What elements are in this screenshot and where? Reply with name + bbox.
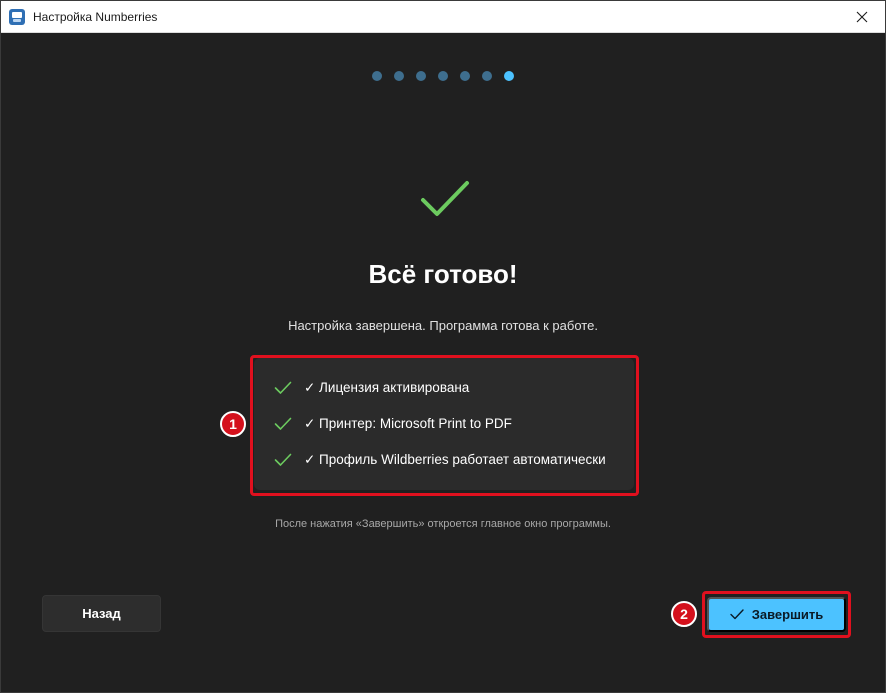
summary-item-text: ✓ Принтер: Microsoft Print to PDF <box>304 416 512 431</box>
annotation-marker-1: 1 <box>220 411 246 437</box>
page-title: Всё готово! <box>368 259 518 289</box>
close-icon <box>856 11 868 22</box>
summary-item-printer: ✓ Принтер: Microsoft Print to PDF <box>274 406 614 442</box>
check-icon <box>274 417 292 430</box>
summary-item-text: ✓ Лицензия активирована <box>304 380 470 395</box>
step-dot <box>504 71 514 81</box>
success-check-icon <box>421 181 469 216</box>
summary-item-text: ✓ Профиль Wildberries работает автоматич… <box>304 452 606 467</box>
check-icon <box>274 381 292 394</box>
annotation-marker-2: 2 <box>671 601 697 627</box>
finish-note: После нажатия «Завершить» откроется глав… <box>275 518 611 530</box>
page-subtitle: Настройка завершена. Программа готова к … <box>288 318 598 333</box>
check-icon <box>274 453 292 466</box>
step-dot <box>394 71 404 81</box>
window-title: Настройка Numberries <box>33 9 158 24</box>
numberries-app-icon <box>9 8 25 25</box>
title-bar[interactable]: Настройка Numberries <box>1 1 885 33</box>
finish-button-label: Завершить <box>751 607 824 622</box>
step-dot <box>438 71 448 81</box>
step-indicator <box>1 71 885 81</box>
setup-window: Настройка Numberries Всё готово! Настрой… <box>0 0 886 693</box>
finish-button[interactable]: Завершить <box>707 597 846 632</box>
step-dot <box>416 71 426 81</box>
setup-summary-card: ✓ Лицензия активирована ✓ Принтер: Micro… <box>254 358 634 490</box>
step-dot <box>372 71 382 81</box>
check-icon <box>730 609 744 620</box>
wizard-content: Всё готово! Настройка завершена. Програм… <box>1 33 885 692</box>
back-button[interactable]: Назад <box>42 595 161 632</box>
step-dot <box>460 71 470 81</box>
summary-item-license: ✓ Лицензия активирована <box>274 370 614 406</box>
step-dot <box>482 71 492 81</box>
summary-item-profile: ✓ Профиль Wildberries работает автоматич… <box>274 442 614 478</box>
close-button[interactable] <box>839 1 885 32</box>
